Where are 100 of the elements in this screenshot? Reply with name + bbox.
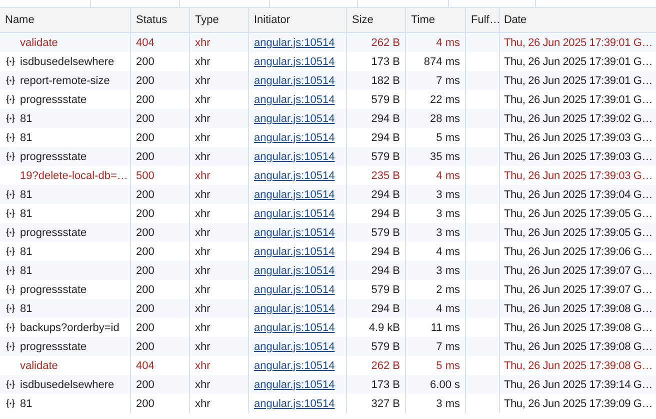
initiator-link[interactable]: angular.js:10514 xyxy=(254,360,335,372)
column-header[interactable]: Date xyxy=(504,14,526,26)
table-cell: xhr xyxy=(195,322,210,334)
table-cell: 6.00 s xyxy=(430,378,460,390)
table-cell: xhr xyxy=(195,264,210,276)
table-cell: Thu, 26 Jun 2025 17:39:02 G… xyxy=(504,112,653,124)
table-cell: 5 ms xyxy=(436,132,460,144)
initiator-link[interactable]: angular.js:10514 xyxy=(254,170,335,182)
table-cell: 200 xyxy=(136,112,154,124)
table-cell: Thu, 26 Jun 2025 17:39:06 G… xyxy=(504,246,653,258)
table-cell: 294 B xyxy=(371,264,400,276)
initiator-link[interactable]: angular.js:10514 xyxy=(254,284,335,296)
braces-icon xyxy=(5,208,16,219)
table-cell: xhr xyxy=(195,398,210,410)
table-cell: 294 B xyxy=(371,246,400,258)
request-name: backups?orderby=id xyxy=(20,322,120,334)
initiator-link[interactable]: angular.js:10514 xyxy=(254,302,335,314)
table-cell: 4.9 kB xyxy=(368,322,400,334)
initiator-link[interactable]: angular.js:10514 xyxy=(254,36,335,48)
initiator-link[interactable]: angular.js:10514 xyxy=(254,322,335,334)
table-cell: 874 ms xyxy=(424,56,460,68)
table-cell: 200 xyxy=(136,132,154,144)
table-cell: xhr xyxy=(195,56,210,68)
table-cell: 4 ms xyxy=(436,246,460,258)
initiator-link[interactable]: angular.js:10514 xyxy=(254,132,335,144)
table-cell: 200 xyxy=(136,302,154,314)
table-cell: 4 ms xyxy=(436,302,460,314)
table-cell: 579 B xyxy=(371,94,400,106)
table-cell: 4 ms xyxy=(436,170,460,182)
table-cell: 3 ms xyxy=(436,208,460,220)
initiator-link[interactable]: angular.js:10514 xyxy=(254,188,335,200)
table-cell: Thu, 26 Jun 2025 17:39:07 G… xyxy=(504,264,653,276)
initiator-link[interactable]: angular.js:10514 xyxy=(254,56,335,68)
request-name: 81 xyxy=(20,246,32,258)
column-header[interactable]: Status xyxy=(136,14,168,26)
table-cell: 294 B xyxy=(371,112,400,124)
table-cell: xhr xyxy=(195,378,210,390)
initiator-link[interactable]: angular.js:10514 xyxy=(254,208,335,220)
initiator-link[interactable]: angular.js:10514 xyxy=(254,112,335,124)
table-cell: xhr xyxy=(195,74,210,86)
braces-icon xyxy=(5,322,16,333)
table-cell: 200 xyxy=(136,322,154,334)
column-header[interactable]: Type xyxy=(195,14,219,26)
initiator-link[interactable]: angular.js:10514 xyxy=(254,398,335,410)
braces-icon xyxy=(5,56,16,67)
table-cell: 404 xyxy=(136,360,154,372)
table-cell: 294 B xyxy=(371,188,400,200)
initiator-link[interactable]: angular.js:10514 xyxy=(254,246,335,258)
braces-icon xyxy=(5,379,16,390)
braces-icon xyxy=(5,284,16,295)
initiator-link[interactable]: angular.js:10514 xyxy=(254,150,335,162)
table-cell: Thu, 26 Jun 2025 17:39:05 G… xyxy=(504,208,653,220)
initiator-link[interactable]: angular.js:10514 xyxy=(254,74,335,86)
table-cell: 200 xyxy=(136,188,154,200)
table-cell: 500 xyxy=(136,170,154,182)
table-cell: 200 xyxy=(136,94,154,106)
column-header[interactable]: Time xyxy=(411,14,436,26)
braces-icon xyxy=(5,189,16,200)
table-cell: xhr xyxy=(195,150,210,162)
table-cell: xhr xyxy=(195,208,210,220)
braces-icon xyxy=(5,303,16,314)
table-cell: Thu, 26 Jun 2025 17:39:01 G… xyxy=(504,94,653,106)
table-cell: Thu, 26 Jun 2025 17:39:03 G… xyxy=(504,132,653,144)
table-cell: 3 ms xyxy=(436,188,460,200)
column-header[interactable]: Name xyxy=(5,14,34,26)
table-cell: Thu, 26 Jun 2025 17:39:08 G… xyxy=(504,302,653,314)
table-cell: 200 xyxy=(136,264,154,276)
request-name: validate xyxy=(20,36,58,48)
table-cell: 182 B xyxy=(371,74,400,86)
table-cell: Thu, 26 Jun 2025 17:39:09 G… xyxy=(504,398,653,410)
table-cell: 2 ms xyxy=(436,284,460,296)
request-name: progressstate xyxy=(20,340,87,352)
request-name: validate xyxy=(20,360,58,372)
initiator-link[interactable]: angular.js:10514 xyxy=(254,378,335,390)
column-header[interactable]: Size xyxy=(352,14,374,26)
table-cell: 294 B xyxy=(371,302,400,314)
table-cell: Thu, 26 Jun 2025 17:39:01 G… xyxy=(504,36,653,48)
table-cell: Thu, 26 Jun 2025 17:39:08 G… xyxy=(504,360,653,372)
table-cell: 200 xyxy=(136,226,154,238)
table-cell: 22 ms xyxy=(430,94,460,106)
table-cell: 404 xyxy=(136,36,154,48)
request-name: progressstate xyxy=(20,284,87,296)
table-cell: 200 xyxy=(136,340,154,352)
request-name: 81 xyxy=(20,302,32,314)
initiator-link[interactable]: angular.js:10514 xyxy=(254,226,335,238)
table-cell: 579 B xyxy=(371,226,400,238)
initiator-link[interactable]: angular.js:10514 xyxy=(254,340,335,352)
table-cell: Thu, 26 Jun 2025 17:39:08 G… xyxy=(504,340,653,352)
table-cell: 200 xyxy=(136,150,154,162)
request-name: isdbusedelsewhere xyxy=(20,56,114,68)
column-header[interactable]: Initiator xyxy=(254,14,290,26)
table-cell: 7 ms xyxy=(436,340,460,352)
initiator-link[interactable]: angular.js:10514 xyxy=(254,94,335,106)
braces-icon xyxy=(5,75,16,86)
table-cell: Thu, 26 Jun 2025 17:39:04 G… xyxy=(504,188,653,200)
table-cell: 173 B xyxy=(371,56,400,68)
table-cell: Thu, 26 Jun 2025 17:39:14 G… xyxy=(504,378,653,390)
column-header[interactable]: Fulf… xyxy=(471,14,499,26)
initiator-link[interactable]: angular.js:10514 xyxy=(254,264,335,276)
table-cell: 579 B xyxy=(371,150,400,162)
